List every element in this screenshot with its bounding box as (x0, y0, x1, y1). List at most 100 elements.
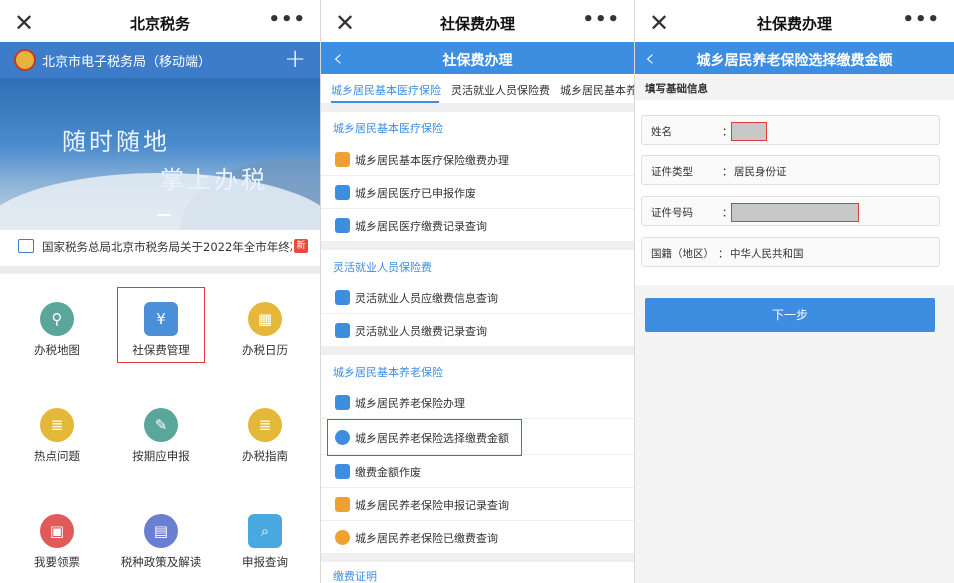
panel-social-security: ✕ 社保费办理 ••• ‹ 社保费办理 城乡居民基本医疗保险 灵活就业人员保险费… (321, 0, 634, 583)
notice-bar[interactable]: 国家税务总局北京市税务局关于2022年全市年终决… 新 (0, 230, 320, 274)
grid-item-tax-policy[interactable]: ▤ 税种政策及解读 (108, 486, 214, 583)
notice-text: 国家税务总局北京市税务局关于2022年全市年终决… (42, 240, 292, 254)
document-icon: ≣ (40, 408, 74, 442)
section-title: 城乡居民基本养老保险 (333, 366, 443, 379)
medical-icon (335, 152, 350, 167)
map-icon: ⚲ (40, 302, 74, 336)
title-bar: ✕ 社保费办理 ••• (635, 0, 954, 48)
new-badge: 新 (294, 239, 308, 253)
grid-item-declaration-query[interactable]: ⌕ 申报查询 (212, 486, 318, 583)
field-label: 国籍（地区） (651, 248, 714, 260)
edit-icon: ✎ (144, 408, 178, 442)
list-item-label: 缴费金额作废 (355, 466, 421, 479)
grid-item-label: 办税指南 (242, 449, 288, 463)
title-bar: ✕ 北京税务 ••• (0, 0, 320, 48)
notice-icon (18, 239, 34, 253)
add-icon[interactable]: + (284, 44, 306, 74)
grid-item-periodic-declaration[interactable]: ✎ 按期应申报 (108, 380, 214, 480)
grid-item-tax-guide[interactable]: ≣ 办税指南 (212, 380, 318, 480)
person-icon (335, 395, 350, 410)
highlight-box (117, 287, 205, 363)
title-bar: ✕ 社保费办理 ••• (321, 0, 634, 48)
list-item[interactable]: 灵活就业人员应缴费信息查询 (321, 281, 634, 314)
more-icon[interactable]: ••• (582, 9, 620, 30)
banner-slogan-2: 掌上办税 (160, 166, 268, 194)
banner-indicator (157, 214, 171, 216)
list-item[interactable]: 城乡居民医疗缴费记录查询 (321, 209, 634, 242)
grid-item-tax-calendar[interactable]: ▦ 办税日历 (212, 274, 318, 374)
section-gap (321, 104, 634, 112)
grid-item-label: 按期应申报 (132, 449, 190, 463)
record-icon (335, 218, 350, 233)
grid-item-label: 办税地图 (34, 343, 80, 357)
id-type-field[interactable]: 证件类型 ： 居民身份证 (641, 155, 940, 185)
banner[interactable]: 随时随地 掌上办税 (0, 78, 320, 230)
app-header: 北京市电子税务局（移动端） + (0, 42, 320, 78)
field-label: 姓名 (651, 126, 672, 138)
record-icon (335, 323, 350, 338)
list-item[interactable]: 城乡居民养老保险办理 (321, 386, 634, 419)
nav-bar: ‹ 城乡居民养老保险选择缴费金额 (635, 42, 954, 74)
field-colon: ： (718, 248, 729, 260)
list-item[interactable]: 缴费金额作废 (321, 455, 634, 488)
section-gap (321, 554, 634, 562)
more-icon[interactable]: ••• (902, 9, 940, 30)
section-gap (321, 347, 634, 355)
grid-item-label: 办税日历 (242, 343, 288, 357)
tab-medical-insurance[interactable]: 城乡居民基本医疗保险 (331, 82, 441, 98)
id-number-field[interactable]: 证件号码 ： (641, 196, 940, 226)
grid-item-label: 申报查询 (242, 555, 288, 569)
redacted-name (731, 122, 767, 141)
query-icon (335, 290, 350, 305)
field-value: 中华人民共和国 (730, 248, 804, 260)
policy-icon: ▤ (144, 514, 178, 548)
grid-item-label: 我要领票 (34, 555, 80, 569)
active-tab-indicator (331, 101, 439, 103)
nav-bar: ‹ 社保费办理 (321, 42, 634, 74)
field-value: 居民身份证 (734, 166, 787, 178)
guide-icon: ≣ (248, 408, 282, 442)
grid-item-label: 税种政策及解读 (120, 555, 202, 569)
list-item-label: 城乡居民养老保险申报记录查询 (355, 499, 509, 512)
app-name: 北京市电子税务局（移动端） (42, 55, 212, 70)
section-title: 缴费证明 (333, 570, 377, 583)
field-label: 证件类型 (651, 166, 693, 178)
list-item[interactable]: 城乡居民养老保险申报记录查询 (321, 488, 634, 521)
ticket-icon: ▣ (40, 514, 74, 548)
list-item[interactable]: 城乡居民医疗已申报作废 (321, 176, 634, 209)
basic-info-form: 姓名 ： 证件类型 ： 居民身份证 证件号码 ： 国籍（地区） ： 中华人民共和… (635, 100, 954, 285)
list-item-label: 城乡居民医疗已申报作废 (355, 187, 476, 200)
list-item[interactable]: 城乡居民基本医疗保险缴费办理 (321, 143, 634, 176)
section-gap (321, 242, 634, 250)
field-colon: ： (722, 166, 733, 178)
grid-item-get-invoice[interactable]: ▣ 我要领票 (4, 486, 110, 583)
grid-item-tax-map[interactable]: ⚲ 办税地图 (4, 274, 110, 374)
calendar-icon: ▦ (248, 302, 282, 336)
coin-icon (335, 530, 350, 545)
list-item-label: 灵活就业人员应缴费信息查询 (355, 292, 498, 305)
field-label: 证件号码 (651, 207, 693, 219)
nationality-field[interactable]: 国籍（地区） ： 中华人民共和国 (641, 237, 940, 267)
list-item-label: 城乡居民基本医疗保险缴费办理 (355, 154, 509, 167)
list-item-label: 灵活就业人员缴费记录查询 (355, 325, 487, 338)
banner-slogan-1: 随时随地 (62, 128, 170, 156)
grid-item-label: 热点问题 (34, 449, 80, 463)
category-tabs: 城乡居民基本医疗保险 灵活就业人员保险费 城乡居民基本养 (321, 74, 634, 104)
next-step-button[interactable]: 下一步 (645, 298, 935, 332)
form-header-text: 填写基础信息 (645, 83, 708, 95)
void-icon (335, 185, 350, 200)
list-item-label: 城乡居民医疗缴费记录查询 (355, 220, 487, 233)
name-field[interactable]: 姓名 ： (641, 115, 940, 145)
tab-flexible-employment[interactable]: 灵活就业人员保险费 (451, 82, 550, 98)
panel-pension-amount-form: ✕ 社保费办理 ••• ‹ 城乡居民养老保险选择缴费金额 填写基础信息 姓名 ：… (635, 0, 954, 583)
list-item[interactable]: 城乡居民养老保险已缴费查询 (321, 521, 634, 554)
list-item-label: 城乡居民养老保险办理 (355, 397, 465, 410)
nav-title: 城乡居民养老保险选择缴费金额 (696, 53, 893, 69)
grid-item-hot-questions[interactable]: ≣ 热点问题 (4, 380, 110, 480)
highlight-box (327, 419, 522, 456)
list-item[interactable]: 灵活就业人员缴费记录查询 (321, 314, 634, 347)
tab-pension[interactable]: 城乡居民基本养 (560, 82, 634, 98)
search-icon: ⌕ (248, 514, 282, 548)
more-icon[interactable]: ••• (268, 9, 306, 30)
hourglass-icon (335, 497, 350, 512)
